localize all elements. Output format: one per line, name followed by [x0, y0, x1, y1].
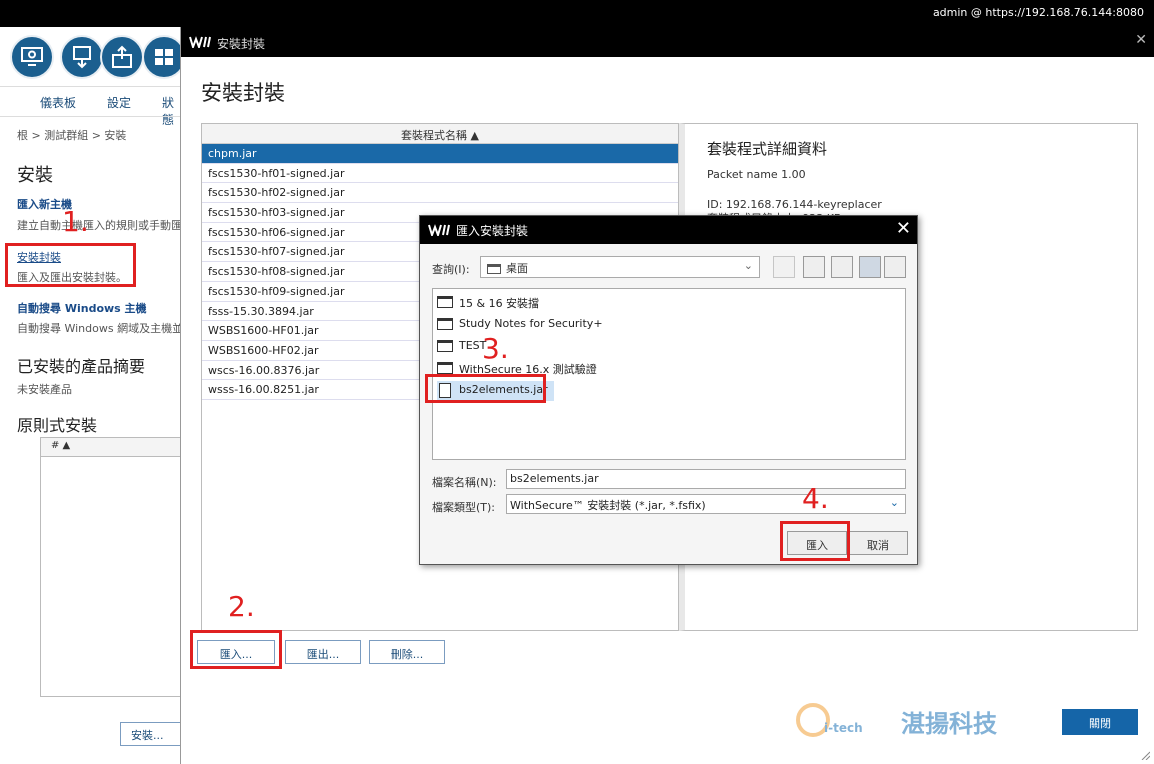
chevron-down-icon: ⌄ — [743, 259, 753, 272]
dialog-title-bar: 安裝封裝 ✕ — [181, 27, 1154, 57]
package-upload-icon[interactable] — [100, 35, 144, 79]
packet-name: Packet name 1.00 — [707, 168, 806, 181]
withsecure-logo-icon — [189, 36, 211, 48]
resize-grip-icon[interactable] — [1140, 750, 1150, 760]
tab-settings[interactable]: 設定 — [107, 94, 131, 111]
host-download-icon[interactable] — [60, 35, 104, 79]
close-icon[interactable]: ✕ — [1135, 32, 1147, 48]
dialog-title: 安裝封裝 — [217, 37, 266, 51]
cancel-button[interactable]: 取消 — [848, 531, 908, 555]
details-title: 套裝程式詳細資料 — [707, 140, 828, 158]
breadcrumb: 根 > 測試群組 > 安裝 — [17, 129, 127, 142]
step-number-3: 3. — [482, 332, 509, 365]
page-title: 安裝 — [17, 165, 53, 186]
tab-status[interactable]: 狀態 — [162, 94, 181, 128]
delete-button[interactable]: 刪除... — [369, 640, 445, 664]
tab-dashboard[interactable]: 儀表板 — [40, 94, 76, 111]
step-number-2: 2. — [228, 590, 255, 623]
install-button[interactable]: 安裝... — [120, 722, 182, 746]
filename-field[interactable]: bs2elements.jar — [506, 469, 906, 489]
details-view-icon[interactable] — [884, 256, 906, 278]
filetype-label: 檔案類型(T): — [432, 501, 496, 514]
export-button[interactable]: 匯出... — [285, 640, 361, 664]
chevron-down-icon: ⌄ — [889, 496, 899, 509]
filename-label: 檔案名稱(N): — [432, 476, 497, 489]
folder-item[interactable]: TEST — [437, 339, 486, 352]
monitor-gear-icon[interactable] — [10, 35, 54, 79]
watermark-small-text: i-tech — [824, 721, 863, 735]
installed-summary-text: 未安裝產品 — [17, 383, 72, 396]
folder-icon — [487, 264, 501, 274]
import-host-description: 建立自動主機匯入的規則或手動匯 — [17, 219, 182, 232]
package-row[interactable]: chpm.jar — [202, 144, 678, 164]
highlight-box-confirm — [780, 521, 850, 561]
company-watermark: i-tech 湛揚科技 — [796, 701, 1036, 741]
step-number-1: 1. — [62, 205, 89, 238]
folder-item[interactable]: 15 & 16 安裝擋 — [437, 295, 539, 311]
folder-icon — [437, 362, 453, 374]
dialog-heading: 安裝封裝 — [201, 81, 285, 105]
package-name-column-header[interactable]: 套裝程式名稱 ▲ — [202, 124, 678, 144]
autodiscover-link[interactable]: 自動搜尋 Windows 主機 — [17, 300, 147, 316]
policy-install-heading: 原則式安裝 — [17, 416, 98, 435]
folder-icon — [437, 340, 453, 352]
file-chooser-title: 匯入安裝封裝 — [456, 224, 529, 238]
autodiscover-description: 自動搜尋 Windows 網域及主機並 — [17, 322, 184, 335]
table-column-header[interactable]: # ▲ — [41, 438, 181, 457]
session-info: admin @ https://192.168.76.144:8080 — [932, 6, 1144, 19]
up-folder-icon[interactable] — [773, 256, 795, 278]
home-icon[interactable] — [803, 256, 825, 278]
highlight-box-file — [425, 374, 546, 403]
highlight-box-packages — [5, 243, 136, 287]
folder-icon — [437, 296, 453, 308]
new-folder-icon[interactable] — [831, 256, 853, 278]
package-row[interactable]: fscs1530-hf01-signed.jar — [202, 164, 678, 184]
file-chooser-title-bar: 匯入安裝封裝 ✕ — [420, 216, 917, 244]
folder-icon — [437, 318, 453, 330]
withsecure-logo-icon — [428, 224, 450, 236]
highlight-box-import — [190, 630, 282, 669]
close-icon[interactable]: ✕ — [896, 218, 911, 239]
step-number-4: 4. — [802, 482, 829, 515]
look-in-dropdown[interactable]: 桌面 ⌄ — [480, 256, 760, 278]
package-row[interactable]: fscs1530-hf02-signed.jar — [202, 183, 678, 204]
installed-summary-heading: 已安裝的產品摘要 — [17, 357, 146, 376]
folder-item[interactable]: Study Notes for Security+ — [437, 317, 603, 330]
look-in-label: 查詢(I): — [432, 263, 470, 276]
list-view-icon[interactable] — [859, 256, 881, 278]
look-in-value: 桌面 — [506, 262, 528, 275]
filetype-dropdown[interactable]: WithSecure™ 安裝封裝 (*.jar, *.fsfix) ⌄ — [506, 494, 906, 514]
policy-install-table: # ▲ — [40, 437, 182, 697]
top-bar: admin @ https://192.168.76.144:8080 — [0, 0, 1154, 27]
watermark-text: 湛揚科技 — [901, 710, 997, 738]
close-button[interactable]: 關閉 — [1062, 709, 1138, 735]
